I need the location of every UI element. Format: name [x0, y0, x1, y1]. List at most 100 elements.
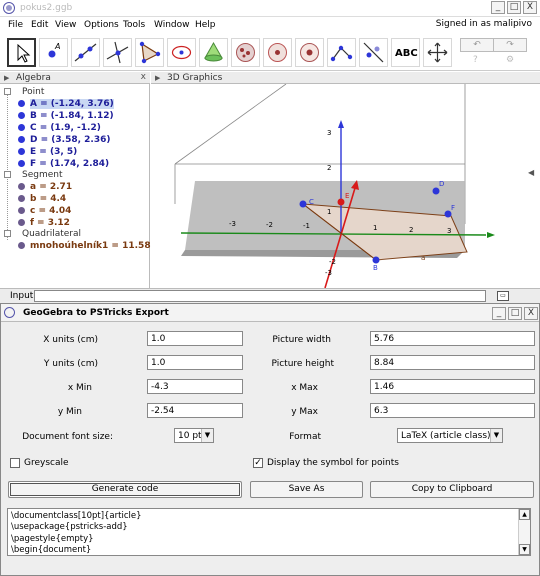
minimize-button[interactable]: _ [491, 1, 505, 14]
picture-width-field[interactable]: 5.76 [370, 331, 535, 346]
picture-height-field[interactable]: 8.84 [370, 355, 535, 370]
close-button[interactable]: X [523, 1, 537, 14]
move-tool-button[interactable] [7, 38, 36, 67]
visibility-dot-icon[interactable] [18, 160, 25, 167]
visibility-dot-icon[interactable] [18, 124, 25, 131]
category-quadrilateral: Quadrilateral [22, 229, 82, 239]
menu-file[interactable]: File [8, 20, 23, 30]
rotate-view-tool-button[interactable] [263, 38, 292, 67]
maximize-button[interactable]: □ [507, 1, 521, 14]
text-tool-button[interactable]: ABC [391, 38, 420, 67]
close-algebra-icon[interactable]: x [141, 72, 146, 82]
code-line: \documentclass[10pt]{article} [11, 511, 142, 521]
svg-text:3: 3 [447, 227, 451, 235]
svg-text:-2: -2 [329, 258, 336, 266]
svg-text:B: B [373, 264, 378, 272]
x-max-field[interactable]: 1.46 [370, 379, 535, 394]
point-tool-button[interactable]: A [39, 38, 68, 67]
x-units-label: X units (cm) [43, 335, 98, 345]
cone-tool-button[interactable] [199, 38, 228, 67]
dialog-close-button[interactable]: X [524, 307, 538, 320]
menu-options[interactable]: Options [84, 20, 119, 30]
visibility-dot-icon[interactable] [18, 207, 25, 214]
perpendicular-line-tool-button[interactable] [103, 38, 132, 67]
algebra-item[interactable]: D = (3.58, 2.36) [18, 135, 110, 146]
scroll-up-icon[interactable]: ▲ [519, 509, 530, 520]
point-c[interactable] [299, 200, 307, 208]
point-b[interactable] [372, 256, 380, 264]
point-e[interactable] [337, 198, 345, 206]
keyboard-toggle-icon[interactable]: ▭ [497, 291, 509, 301]
visibility-dot-icon[interactable] [18, 219, 25, 226]
visibility-dot-icon[interactable] [18, 136, 25, 143]
line-tool-button[interactable] [71, 38, 100, 67]
save-as-button[interactable]: Save As [250, 481, 363, 498]
tree-node-segment-icon[interactable] [4, 171, 11, 178]
menu-help[interactable]: Help [195, 20, 216, 30]
panel-toggle-arrow-icon[interactable]: ◀ [528, 168, 534, 177]
collapse-triangle-icon[interactable]: ▶ [155, 74, 160, 82]
graphics-3d-canvas[interactable]: -3 -2 -1 1 2 3 1 2 3 -2 -3 a B C D E F [151, 84, 540, 288]
geogebra-logo-icon [4, 307, 15, 318]
code-scrollbar[interactable]: ▲ ▼ [518, 509, 530, 555]
visibility-dot-icon[interactable] [18, 112, 25, 119]
generated-code-textarea[interactable]: \documentclass[10pt]{article} \usepackag… [7, 508, 531, 556]
visibility-dot-icon[interactable] [18, 242, 25, 249]
algebra-item[interactable]: c = 4.04 [18, 206, 71, 217]
tree-node-point-icon[interactable] [4, 88, 11, 95]
reflect-tool-button[interactable] [359, 38, 388, 67]
menu-window[interactable]: Window [154, 20, 190, 30]
copy-to-clipboard-button[interactable]: Copy to Clipboard [370, 481, 534, 498]
redo-button[interactable]: ↷ [493, 38, 527, 52]
cone-icon [204, 41, 223, 62]
point-d[interactable] [432, 187, 440, 195]
algebra-item[interactable]: B = (-1.84, 1.12) [18, 111, 114, 122]
generate-code-button[interactable]: Generate code [8, 481, 242, 498]
menu-tools[interactable]: Tools [123, 20, 145, 30]
y-min-field[interactable]: -2.54 [147, 403, 243, 418]
dialog-minimize-button[interactable]: _ [492, 307, 506, 320]
scroll-down-icon[interactable]: ▼ [519, 544, 530, 555]
visibility-dot-icon[interactable] [18, 195, 25, 202]
signed-in-status[interactable]: Signed in as malipivo [436, 19, 532, 29]
menu-edit[interactable]: Edit [31, 20, 48, 30]
input-field[interactable] [34, 290, 486, 302]
sphere-center-tool-button[interactable] [295, 38, 324, 67]
algebra-item[interactable]: b = 4.4 [18, 194, 66, 205]
circle-tool-button[interactable] [167, 38, 196, 67]
settings-gear-icon[interactable]: ⚙ [506, 55, 514, 65]
visibility-dot-icon[interactable] [18, 183, 25, 190]
algebra-item[interactable]: mnohoúhelník1 = 11.58 [18, 241, 151, 252]
y-max-field[interactable]: 6.3 [370, 403, 535, 418]
dialog-titlebar: GeoGebra to PSTricks Export _ □ X [1, 304, 539, 322]
visibility-dot-icon[interactable] [18, 100, 25, 107]
algebra-item[interactable]: f = 3.12 [18, 218, 70, 229]
polygon-tool-button[interactable] [135, 38, 164, 67]
collapse-triangle-icon[interactable]: ▶ [4, 74, 9, 82]
tree-node-quadrilateral-icon[interactable] [4, 230, 11, 237]
font-size-select[interactable]: 10 pt ▼ [174, 428, 214, 443]
menu-view[interactable]: View [55, 20, 76, 30]
move-graphics-tool-button[interactable] [423, 38, 452, 67]
visibility-dot-icon[interactable] [18, 148, 25, 155]
algebra-item[interactable]: F = (1.74, 2.84) [18, 159, 109, 170]
greyscale-label: Greyscale [24, 458, 69, 468]
algebra-item[interactable]: E = (3, 5) [18, 147, 77, 158]
display-symbol-checkbox[interactable]: ✓ [253, 458, 263, 468]
help-icon[interactable]: ? [473, 55, 478, 65]
y-units-field[interactable]: 1.0 [147, 355, 243, 370]
angle-tool-button[interactable] [327, 38, 356, 67]
x-min-field[interactable]: -4.3 [147, 379, 243, 394]
greyscale-checkbox[interactable] [10, 458, 20, 468]
graphics-3d-view[interactable]: -3 -2 -1 1 2 3 1 2 3 -2 -3 a B C D E F [151, 84, 540, 288]
algebra-item[interactable]: A = (-1.24, 3.76) [18, 99, 114, 110]
algebra-item[interactable]: a = 2.71 [18, 182, 72, 193]
format-select[interactable]: LaTeX (article class) ▼ [397, 428, 503, 443]
sphere-tool-button[interactable] [231, 38, 260, 67]
svg-text:F: F [451, 204, 455, 212]
x-units-field[interactable]: 1.0 [147, 331, 243, 346]
dialog-maximize-button[interactable]: □ [508, 307, 522, 320]
undo-button[interactable]: ↶ [460, 38, 494, 52]
algebra-item[interactable]: C = (1.9, -1.2) [18, 123, 101, 134]
svg-text:-2: -2 [266, 221, 273, 229]
